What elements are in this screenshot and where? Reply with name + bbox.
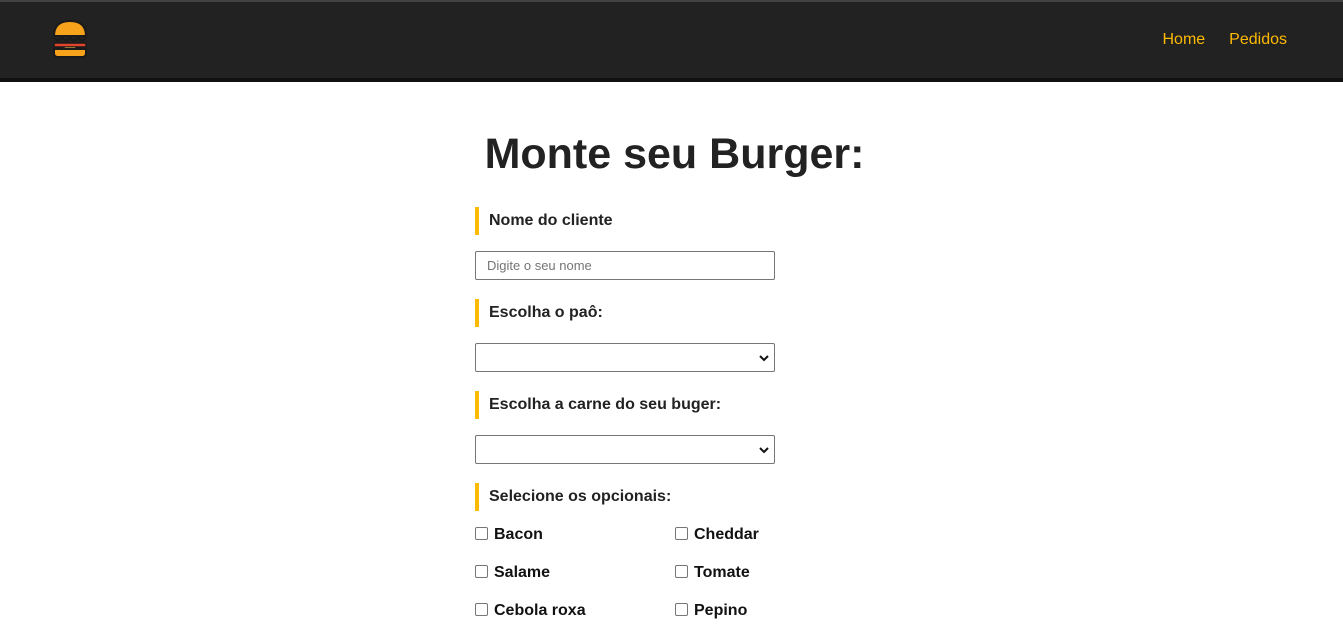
- optional-salame[interactable]: Salame: [475, 563, 550, 583]
- optionals-label: Selecione os opcionais:: [475, 483, 671, 511]
- optional-cebola-roxa[interactable]: Cebola roxa: [475, 601, 586, 621]
- bread-label: Escolha o paô:: [475, 299, 603, 327]
- optional-cheddar[interactable]: Cheddar: [675, 525, 759, 545]
- checkbox[interactable]: [475, 526, 488, 540]
- name-input[interactable]: [475, 251, 775, 280]
- chevron-down-icon: [759, 355, 769, 362]
- chevron-down-icon: [759, 447, 769, 454]
- optional-label: Cheddar: [694, 526, 759, 543]
- optional-label: Pepino: [694, 602, 748, 619]
- optional-tomate[interactable]: Tomate: [675, 563, 750, 583]
- checkbox[interactable]: [675, 526, 688, 540]
- name-label: Nome do cliente: [475, 207, 613, 235]
- checkbox[interactable]: [475, 602, 488, 616]
- checkbox[interactable]: [675, 564, 688, 578]
- nav-link-home[interactable]: Home: [1162, 30, 1205, 50]
- optional-pepino[interactable]: Pepino: [675, 601, 747, 621]
- burger-icon[interactable]: [52, 19, 88, 59]
- navbar: Home Pedidos: [0, 0, 1343, 82]
- meat-select[interactable]: [475, 435, 775, 464]
- optional-label: Tomate: [694, 564, 750, 581]
- checkbox[interactable]: [675, 602, 688, 616]
- optional-label: Bacon: [494, 526, 543, 543]
- optional-label: Salame: [494, 564, 551, 581]
- bread-select[interactable]: [475, 343, 775, 372]
- checkbox[interactable]: [475, 564, 488, 578]
- meat-label: Escolha a carne do seu buger:: [475, 391, 721, 419]
- optional-bacon[interactable]: Bacon: [475, 525, 543, 545]
- page-title: Monte seu Burger:: [484, 130, 865, 178]
- nav-link-pedidos[interactable]: Pedidos: [1229, 30, 1287, 50]
- main-nav: Home Pedidos: [1162, 30, 1287, 50]
- optional-label: Cebola roxa: [494, 602, 586, 619]
